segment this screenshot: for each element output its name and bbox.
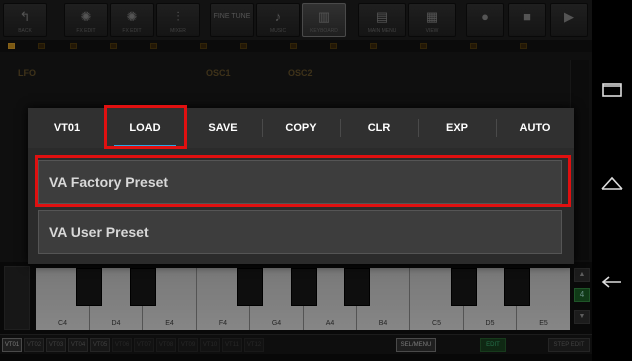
vt01-dialog: VT01 LOAD SAVE COPY CLR EXP AUTO VA Fact… [28,108,574,264]
tab-vt01[interactable]: VT01 [28,108,106,148]
app-window: ↰ BACK ✺ FX EDIT ✺ FX EDIT ⫶ MIXER FINE TUNE… [0,0,592,361]
dialog-tab-bar: VT01 LOAD SAVE COPY CLR EXP AUTO [28,108,574,148]
tab-load[interactable]: LOAD [106,108,184,148]
tab-auto[interactable]: AUTO [496,108,574,148]
va-factory-preset-item[interactable]: VA Factory Preset [38,160,562,204]
tab-exp[interactable]: EXP [418,108,496,148]
tab-copy[interactable]: COPY [262,108,340,148]
back-nav-icon[interactable] [600,270,624,294]
recent-apps-icon[interactable] [600,78,624,102]
android-nav-bar [592,0,632,361]
tab-save[interactable]: SAVE [184,108,262,148]
va-user-preset-item[interactable]: VA User Preset [38,210,562,254]
home-icon[interactable] [600,172,624,196]
tab-clr[interactable]: CLR [340,108,418,148]
